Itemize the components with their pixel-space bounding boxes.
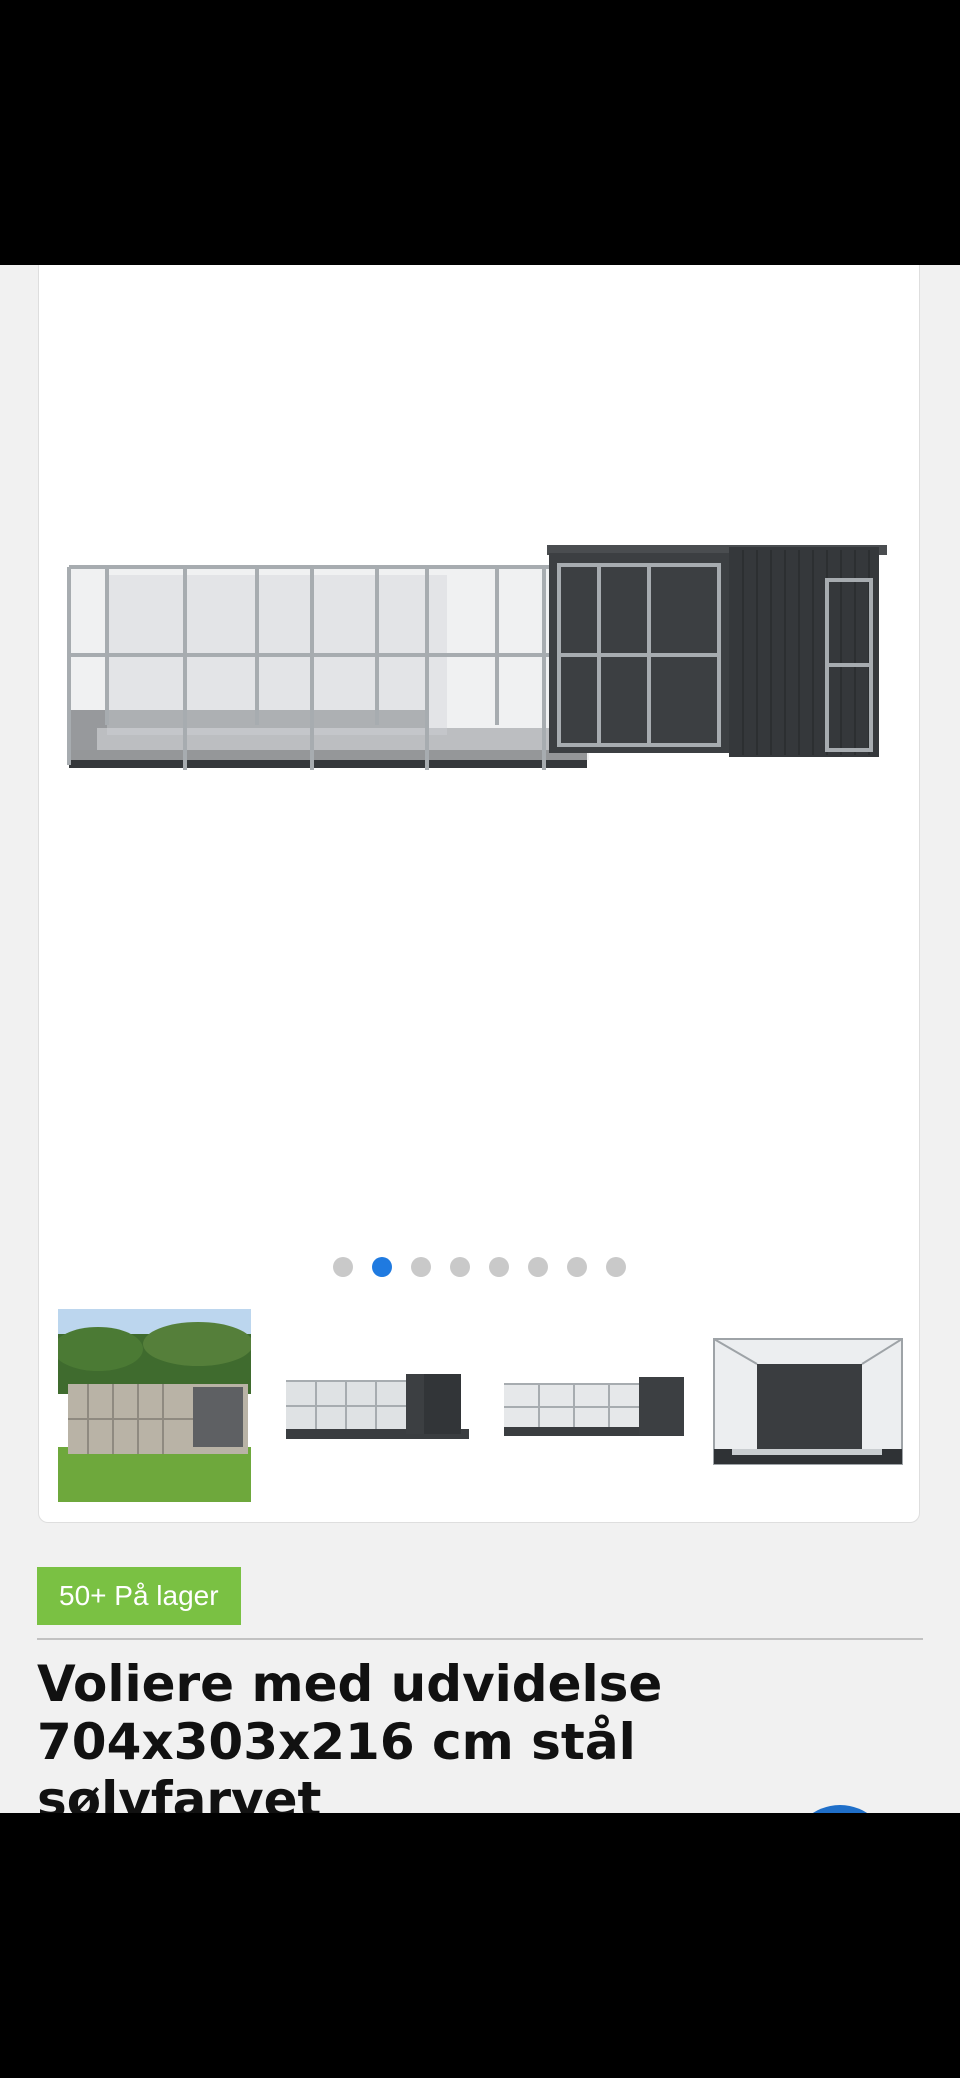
carousel-dot[interactable]	[527, 1257, 548, 1277]
stock-badge: 50+ På lager	[37, 1567, 241, 1625]
carousel-dot-active[interactable]	[371, 1257, 392, 1277]
divider	[37, 1638, 923, 1640]
carousel-dot[interactable]	[488, 1257, 509, 1277]
carousel-dot[interactable]	[566, 1257, 587, 1277]
carousel-dots	[39, 1257, 919, 1279]
carousel-dot[interactable]	[410, 1257, 431, 1277]
thumbnail-side-view[interactable]	[276, 1309, 469, 1502]
carousel-dot[interactable]	[605, 1257, 626, 1277]
carousel-dot[interactable]	[332, 1257, 353, 1277]
thumbnail-strip	[58, 1309, 905, 1502]
carousel-dot[interactable]	[449, 1257, 470, 1277]
product-image[interactable]	[67, 525, 897, 825]
thumbnail-interior-view[interactable]	[712, 1309, 905, 1502]
product-title: Voliere med udvidelse 704x303x216 cm stå…	[37, 1655, 663, 1813]
product-page: 50+ På lager Voliere med udvidelse 704x3…	[0, 265, 960, 1813]
image-gallery	[38, 265, 920, 1523]
thumbnail-front-view[interactable]	[494, 1309, 687, 1502]
thumbnail-garden-photo[interactable]	[58, 1309, 251, 1502]
